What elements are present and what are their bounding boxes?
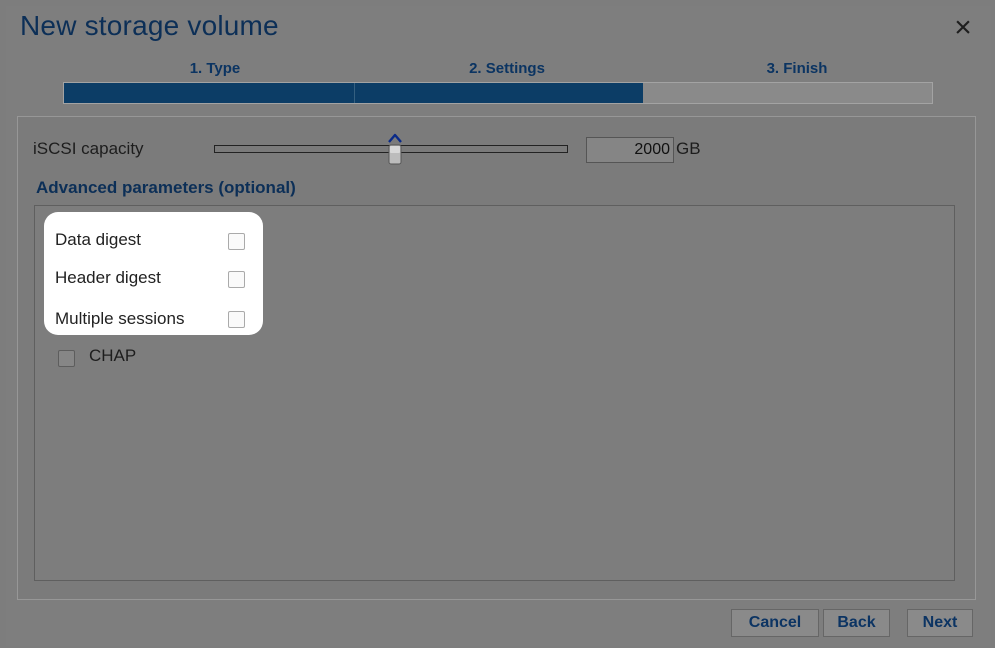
wizard-progress-bar (63, 82, 933, 104)
slider-thumb-icon[interactable] (386, 133, 404, 165)
chap-checkbox[interactable] (58, 350, 75, 367)
advanced-parameters-title: Advanced parameters (optional) (36, 178, 296, 197)
header-digest-label: Header digest (55, 268, 161, 287)
close-icon[interactable]: × (950, 13, 976, 43)
multiple-sessions-label: Multiple sessions (55, 309, 185, 328)
capacity-unit: GB (676, 139, 701, 158)
cancel-button[interactable]: Cancel (731, 609, 819, 637)
multiple-sessions-checkbox[interactable] (228, 311, 245, 328)
step-settings-label: 2. Settings (469, 60, 545, 77)
capacity-input[interactable] (586, 137, 674, 163)
header-digest-checkbox[interactable] (228, 271, 245, 288)
chap-label: CHAP (89, 346, 137, 365)
data-digest-checkbox[interactable] (228, 233, 245, 250)
next-button[interactable]: Next (907, 609, 973, 637)
iscsi-capacity-label: iSCSI capacity (33, 139, 144, 158)
data-digest-label: Data digest (55, 230, 141, 249)
step-type-label: 1. Type (189, 60, 241, 77)
back-button[interactable]: Back (823, 609, 890, 637)
step-finish-label: 3. Finish (766, 60, 828, 77)
progress-divider (354, 83, 355, 103)
dialog-title: New storage volume (20, 10, 279, 41)
